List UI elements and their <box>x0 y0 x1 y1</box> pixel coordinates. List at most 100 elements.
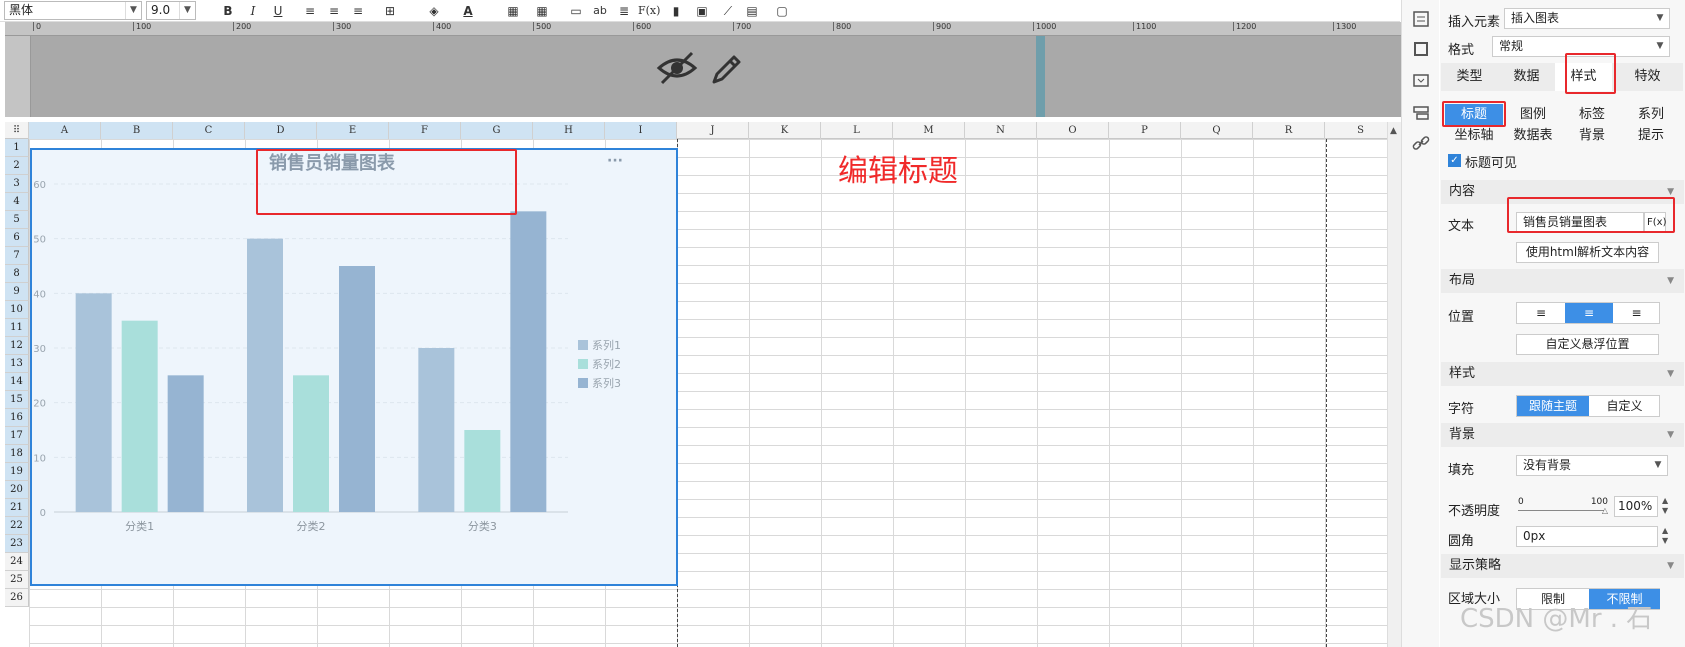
column-header[interactable]: Q <box>1181 122 1253 139</box>
text-ab-icon[interactable]: ab <box>590 1 610 21</box>
align-center-icon[interactable]: ≡ <box>324 1 344 21</box>
cell-attribute-icon[interactable] <box>1412 10 1430 28</box>
row-header[interactable]: 2 <box>5 157 29 175</box>
column-header[interactable]: L <box>821 122 893 139</box>
align-center-icon[interactable]: ≡ <box>1565 303 1613 323</box>
row-header[interactable]: 8 <box>5 265 29 283</box>
opacity-slider[interactable]: 0 100 △ <box>1516 497 1610 517</box>
row-header[interactable]: 9 <box>5 283 29 301</box>
row-header[interactable]: 20 <box>5 481 29 499</box>
column-header[interactable]: D <box>245 122 317 139</box>
font-size-select[interactable]: 9.0 ▼ <box>146 1 196 20</box>
row-header[interactable]: 3 <box>5 175 29 193</box>
tab-data[interactable]: 数据 <box>1498 63 1555 91</box>
element-frame-icon[interactable] <box>1412 40 1430 58</box>
row-header[interactable]: 1 <box>5 139 29 157</box>
subtab-series[interactable]: 系列 <box>1622 104 1680 125</box>
column-header[interactable]: K <box>749 122 821 139</box>
formula-icon[interactable]: F(x) <box>638 1 660 21</box>
column-header[interactable]: B <box>101 122 173 139</box>
column-header[interactable]: G <box>461 122 533 139</box>
select-all-icon[interactable]: ⠿ <box>5 122 29 139</box>
row-header[interactable]: 5 <box>5 211 29 229</box>
section-background[interactable]: 背景 ▼ <box>1441 423 1684 447</box>
column-header[interactable]: H <box>533 122 605 139</box>
column-header[interactable]: E <box>317 122 389 139</box>
font-color-icon[interactable]: A <box>458 1 478 21</box>
row-header[interactable]: 6 <box>5 229 29 247</box>
subtab-background[interactable]: 背景 <box>1563 125 1621 146</box>
row-header[interactable]: 21 <box>5 499 29 517</box>
html-parse-button[interactable]: 使用html解析文本内容 <box>1516 242 1659 263</box>
opacity-stepper-icon[interactable]: ▲ ▼ <box>1662 496 1668 516</box>
column-header[interactable]: A <box>29 122 101 139</box>
paragraph-icon[interactable]: ≣ <box>614 1 634 21</box>
row-header[interactable]: 23 <box>5 535 29 553</box>
radius-input[interactable]: 0px <box>1516 526 1658 547</box>
subtab-tooltip[interactable]: 提示 <box>1622 125 1680 146</box>
row-header[interactable]: 13 <box>5 355 29 373</box>
subtab-axis[interactable]: 坐标轴 <box>1445 125 1503 146</box>
row-header[interactable]: 11 <box>5 319 29 337</box>
opacity-input[interactable]: 100% <box>1614 496 1658 517</box>
italic-button[interactable]: I <box>243 1 263 21</box>
column-header[interactable]: O <box>1037 122 1109 139</box>
row-header[interactable]: 24 <box>5 553 29 571</box>
row-header[interactable]: 4 <box>5 193 29 211</box>
column-header[interactable]: I <box>605 122 677 139</box>
row-header[interactable]: 15 <box>5 391 29 409</box>
section-layout[interactable]: 布局 ▼ <box>1441 269 1684 293</box>
scroll-up-icon[interactable]: ▲ <box>1390 126 1397 136</box>
custom-float-position-button[interactable]: 自定义悬浮位置 <box>1516 334 1659 355</box>
font-family-select[interactable]: 黑体 ▼ <box>4 1 142 20</box>
column-header[interactable]: P <box>1109 122 1181 139</box>
component-icon[interactable] <box>1412 104 1430 122</box>
link-icon[interactable] <box>1412 134 1430 152</box>
fill-select[interactable]: 没有背景 ▼ <box>1516 455 1668 476</box>
image-icon[interactable]: ▣ <box>692 1 712 21</box>
tab-type[interactable]: 类型 <box>1441 63 1498 91</box>
underline-button[interactable]: U <box>268 1 288 21</box>
section-style[interactable]: 样式 ▼ <box>1441 362 1684 386</box>
row-header[interactable]: 10 <box>5 301 29 319</box>
subtab-legend[interactable]: 图例 <box>1504 104 1562 125</box>
subtab-label[interactable]: 标签 <box>1563 104 1621 125</box>
row-header[interactable]: 25 <box>5 571 29 589</box>
row-header[interactable]: 22 <box>5 517 29 535</box>
column-header[interactable]: F <box>389 122 461 139</box>
custom-button[interactable]: 自定义 <box>1589 396 1660 416</box>
chart-icon[interactable]: ▮ <box>666 1 686 21</box>
eye-hidden-icon[interactable] <box>656 50 698 86</box>
column-header[interactable]: S <box>1325 122 1387 139</box>
row-header[interactable]: 7 <box>5 247 29 265</box>
align-right-icon[interactable]: ≡ <box>1613 303 1660 323</box>
fill-color-icon[interactable]: ◈ <box>424 1 444 21</box>
row-header[interactable]: 17 <box>5 427 29 445</box>
title-visible-checkbox[interactable]: ✓ <box>1448 154 1461 167</box>
align-left-icon[interactable]: ≡ <box>1517 303 1565 323</box>
align-left-icon[interactable]: ≡ <box>300 1 320 21</box>
insert-element-select[interactable]: 插入图表 ▼ <box>1504 8 1670 29</box>
column-header[interactable]: N <box>965 122 1037 139</box>
slider-thumb[interactable]: △ <box>1602 506 1608 515</box>
column-header[interactable]: J <box>677 122 749 139</box>
bold-button[interactable]: B <box>218 1 238 21</box>
column-header[interactable]: R <box>1253 122 1325 139</box>
row-header[interactable]: 19 <box>5 463 29 481</box>
row-header[interactable]: 18 <box>5 445 29 463</box>
tab-effects[interactable]: 特效 <box>1612 63 1683 91</box>
row-header[interactable]: 14 <box>5 373 29 391</box>
merge-icon[interactable]: ▭ <box>566 1 586 21</box>
row-header[interactable]: 12 <box>5 337 29 355</box>
column-header[interactable]: M <box>893 122 965 139</box>
section-display-strategy[interactable]: 显示策略 ▼ <box>1441 554 1684 578</box>
freeze-icon[interactable]: ▦ <box>503 1 523 21</box>
border-icon[interactable]: ⊞ <box>380 1 400 21</box>
row-header[interactable]: 16 <box>5 409 29 427</box>
pencil-icon[interactable] <box>710 52 744 86</box>
align-right-icon[interactable]: ≡ <box>348 1 368 21</box>
row-header[interactable]: 26 <box>5 589 29 607</box>
column-header[interactable]: C <box>173 122 245 139</box>
widget-icon[interactable]: ▤ <box>742 1 762 21</box>
page-boundary-marker[interactable] <box>1036 36 1045 117</box>
